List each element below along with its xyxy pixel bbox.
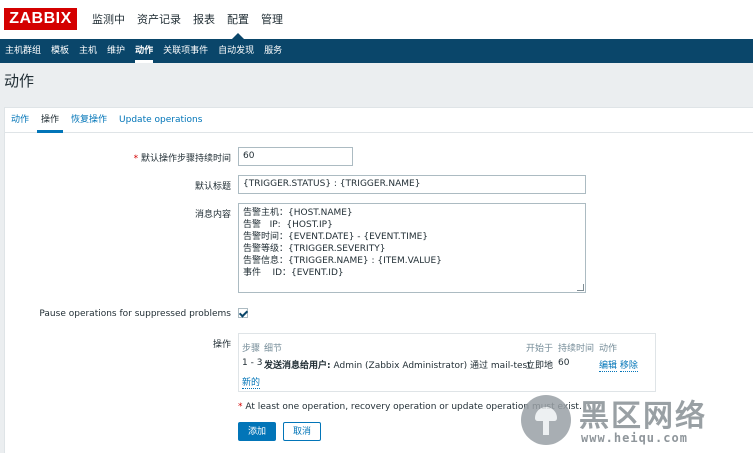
top-menu-administration[interactable]: 管理 (255, 0, 289, 39)
tab-action[interactable]: 动作 (5, 108, 35, 132)
watermark-url: www.heiqu.com (581, 431, 688, 445)
header-duration: 持续时间 (558, 344, 595, 354)
row-start: 立即地 (526, 361, 554, 371)
top-menu-reports[interactable]: 报表 (187, 0, 221, 39)
required-asterisk: * (133, 154, 141, 164)
sub-menu-templates[interactable]: 模板 (46, 39, 74, 63)
header-start: 开始于 (526, 344, 554, 354)
new-operation-link[interactable]: 新的 (242, 378, 261, 389)
top-menu: 监测中 资产记录 报表 配置 管理 (86, 0, 289, 39)
new-operation: 新的 (242, 375, 261, 389)
top-menu-configuration[interactable]: 配置 (221, 0, 255, 39)
watermark: 黑区网络 www.heiqu.com (521, 393, 753, 452)
tab-update-operations[interactable]: Update operations (113, 108, 208, 132)
header-steps: 步骤 (242, 344, 261, 354)
header-details: 细节 (264, 344, 283, 354)
tab-recovery-operations[interactable]: 恢复操作 (65, 108, 113, 132)
duration-input[interactable]: 60 (238, 147, 353, 166)
sub-menu-actions[interactable]: 动作 (130, 39, 158, 63)
duration-label: * 默认操作步骤持续时间 (133, 154, 231, 164)
edit-link[interactable]: 编辑 (599, 361, 618, 372)
watermark-text: 黑区网络 (579, 399, 707, 434)
row-details: 发送消息给用户: Admin (Zabbix Administrator) 通过… (264, 361, 531, 371)
sub-menu-discovery[interactable]: 自动发现 (213, 39, 259, 63)
sub-menu-host-groups[interactable]: 主机群组 (0, 39, 46, 63)
sub-menu-services[interactable]: 服务 (259, 39, 287, 63)
watermark-logo-icon (521, 395, 571, 445)
operations-label: 操作 (212, 340, 231, 350)
row-duration: 60 (558, 358, 570, 368)
top-navigation: ZABBIX 监测中 资产记录 报表 配置 管理 (0, 0, 753, 39)
remove-link[interactable]: 移除 (619, 361, 638, 372)
sub-navigation: 主机群组 模板 主机 维护 动作 关联项事件 自动发现 服务 (0, 39, 753, 63)
top-menu-inventory[interactable]: 资产记录 (131, 0, 187, 39)
tab-operations[interactable]: 操作 (35, 108, 65, 133)
sub-menu-hosts[interactable]: 主机 (74, 39, 102, 63)
pause-label: Pause operations for suppressed problems (39, 309, 231, 319)
pause-checkbox[interactable] (238, 308, 248, 318)
message-label: 消息内容 (194, 210, 231, 220)
resize-handle[interactable] (577, 284, 584, 291)
page-title: 动作 (4, 72, 35, 90)
zabbix-logo[interactable]: ZABBIX (4, 8, 77, 30)
row-steps: 1 - 3 (242, 358, 263, 368)
subject-input[interactable]: {TRIGGER.STATUS} : {TRIGGER.NAME} (238, 175, 586, 194)
operations-table: 步骤 细节 开始于 持续时间 动作 1 - 3 发送消息给用户: Admin (… (238, 333, 656, 392)
header-action: 动作 (599, 344, 618, 354)
add-button[interactable]: 添加 (238, 422, 276, 441)
cancel-button[interactable]: 取消 (283, 422, 321, 441)
top-menu-monitoring[interactable]: 监测中 (86, 0, 131, 39)
message-text: 告警主机：{HOST.NAME} 告警 IP: {HOST.IP} 告警时间：{… (243, 208, 442, 278)
sub-menu-maintenance[interactable]: 维护 (102, 39, 130, 63)
row-actions: 编辑 移除 (599, 358, 638, 372)
form-tabs: 动作 操作 恢复操作 Update operations (5, 108, 753, 133)
message-textarea[interactable]: 告警主机：{HOST.NAME} 告警 IP: {HOST.IP} 告警时间：{… (238, 203, 586, 293)
sub-menu-event-correlation[interactable]: 关联项事件 (158, 39, 213, 63)
subject-label: 默认标题 (194, 182, 231, 192)
